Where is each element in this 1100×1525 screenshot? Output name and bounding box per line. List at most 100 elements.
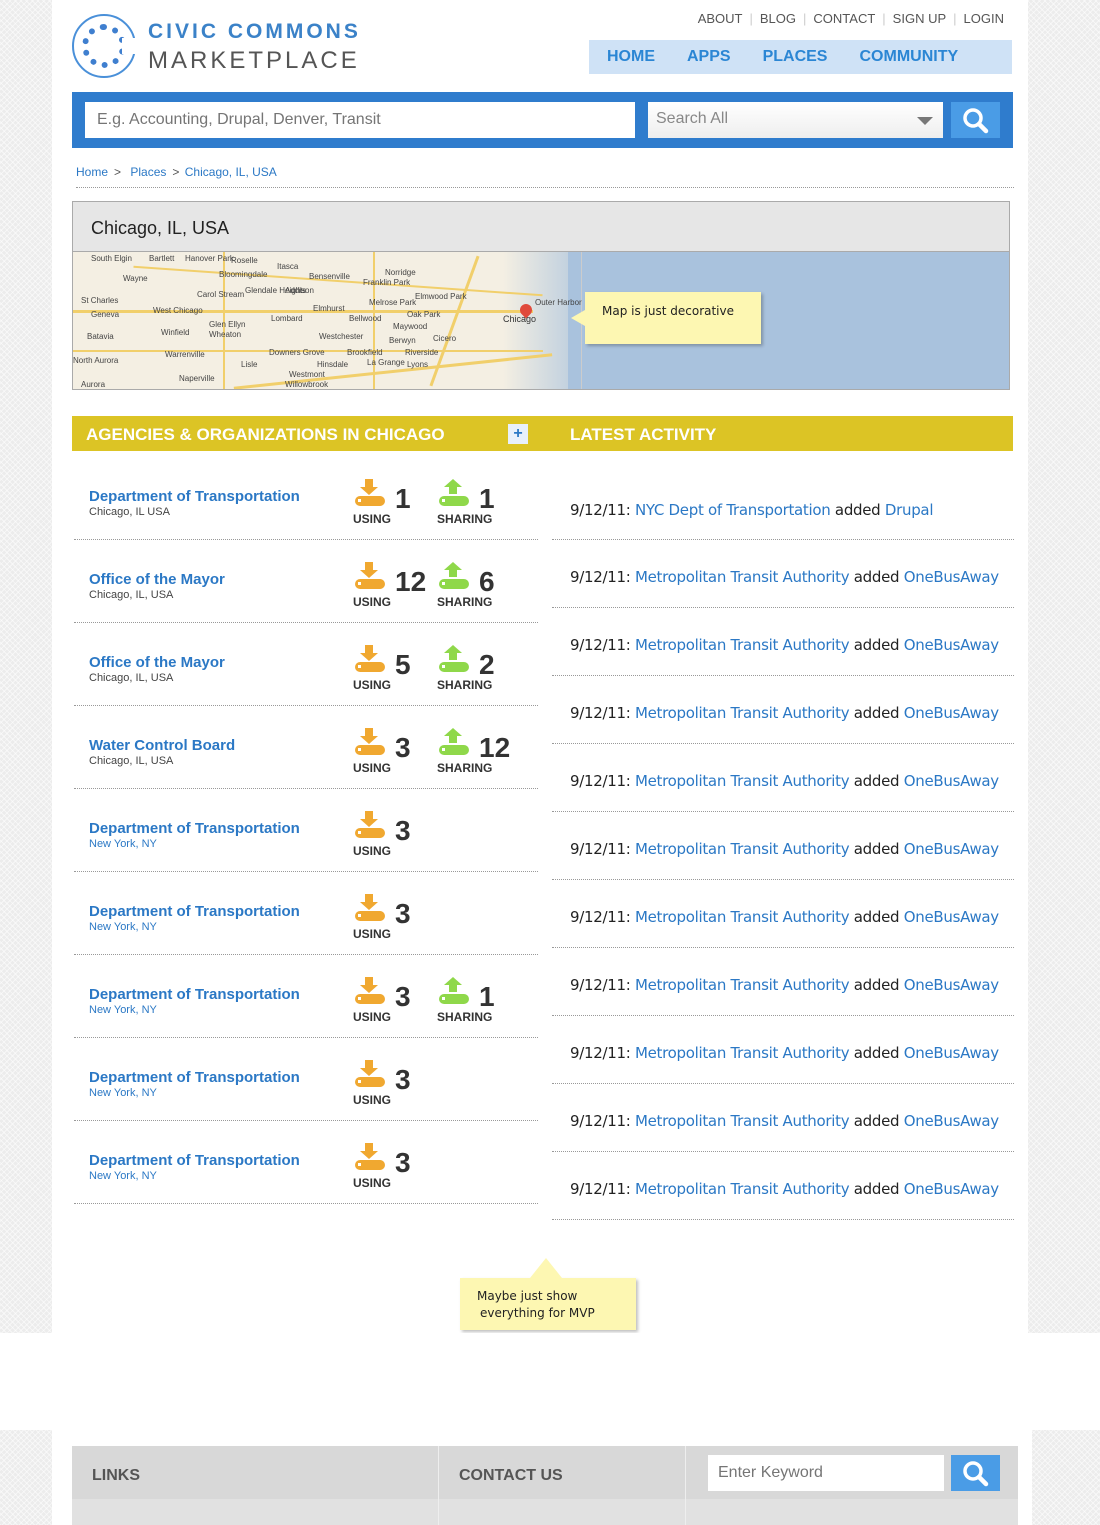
search-scope-select[interactable]: Search All <box>648 102 943 138</box>
activity-heading: LATEST ACTIVITY <box>570 425 717 444</box>
activity-app-link[interactable]: OneBusAway <box>904 1180 999 1198</box>
nav-community[interactable]: COMMUNITY <box>859 48 958 66</box>
activity-actor-link[interactable]: Metropolitan Transit Authority <box>635 704 850 722</box>
nav-home[interactable]: HOME <box>607 48 655 84</box>
agency-name[interactable]: Department of Transportation <box>89 488 300 505</box>
download-tray-icon <box>353 894 387 922</box>
search-button[interactable] <box>951 102 1000 138</box>
activity-app-link[interactable]: OneBusAway <box>904 976 999 994</box>
agency-row: Department of Transportation New York, NY… <box>74 1121 538 1204</box>
activity-verb: added <box>853 1044 900 1062</box>
footer-search <box>685 1446 1018 1525</box>
footer: LINKS CONTACT US <box>72 1446 1018 1525</box>
activity-app-link[interactable]: OneBusAway <box>904 1044 999 1062</box>
breadcrumb-places[interactable]: Places <box>130 165 166 179</box>
download-tray-icon <box>353 1060 387 1088</box>
download-tray-icon <box>353 977 387 1005</box>
agency-name[interactable]: Department of Transportation <box>89 1152 300 1169</box>
activity-actor-link[interactable]: Metropolitan Transit Authority <box>635 908 850 926</box>
agency-location: New York, NY <box>89 1170 157 1182</box>
agency-row: Department of Transportation New York, NY… <box>74 789 538 872</box>
activity-date: 9/12/11: <box>570 772 631 790</box>
nav-places[interactable]: PLACES <box>763 48 828 66</box>
agency-row: Department of Transportation Chicago, IL … <box>74 457 538 540</box>
using-count: 3 <box>395 898 411 929</box>
agency-name[interactable]: Office of the Mayor <box>89 571 225 588</box>
activity-app-link[interactable]: Drupal <box>885 501 934 519</box>
logo[interactable]: CIVIC COMMONS MARKETPLACE <box>72 14 372 80</box>
activity-item: 9/12/11: Metropolitan Transit Authority … <box>552 608 1014 676</box>
mvp-note: Maybe just show everything for MVP <box>460 1258 636 1330</box>
agency-location: Chicago, IL, USA <box>89 672 174 684</box>
section-header-bar: AGENCIES & ORGANIZATIONS IN CHICAGO + LA… <box>72 416 1013 451</box>
activity-actor-link[interactable]: Metropolitan Transit Authority <box>635 772 850 790</box>
agency-row: Department of Transportation New York, NY… <box>74 872 538 955</box>
agencies-heading: AGENCIES & ORGANIZATIONS IN CHICAGO <box>86 425 445 444</box>
agency-name[interactable]: Department of Transportation <box>89 820 300 837</box>
breadcrumb-current[interactable]: Chicago, IL, USA <box>185 165 277 179</box>
agency-location: Chicago, IL, USA <box>89 755 174 767</box>
nav-apps[interactable]: APPS <box>687 48 731 66</box>
top-link-login[interactable]: LOGIN <box>957 11 1011 26</box>
activity-date: 9/12/11: <box>570 908 631 926</box>
activity-app-link[interactable]: OneBusAway <box>904 636 999 654</box>
sharing-count: 12 <box>479 732 511 763</box>
activity-item: 9/12/11: Metropolitan Transit Authority … <box>552 1152 1014 1220</box>
activity-actor-link[interactable]: Metropolitan Transit Authority <box>635 840 850 858</box>
footer-search-button[interactable] <box>951 1455 1000 1491</box>
activity-actor-link[interactable]: Metropolitan Transit Authority <box>635 1044 850 1062</box>
activity-actor-link[interactable]: Metropolitan Transit Authority <box>635 568 850 586</box>
activity-verb: added <box>853 840 900 858</box>
activity-item: 9/12/11: Metropolitan Transit Authority … <box>552 948 1014 1016</box>
top-link-signup[interactable]: SIGN UP <box>886 11 953 26</box>
agency-location: New York, NY <box>89 1004 157 1016</box>
using-label: USING <box>353 512 392 526</box>
activity-app-link[interactable]: OneBusAway <box>904 840 999 858</box>
activity-actor-link[interactable]: Metropolitan Transit Authority <box>635 1112 850 1130</box>
agency-name[interactable]: Department of Transportation <box>89 903 300 920</box>
using-count: 3 <box>395 1064 411 1095</box>
activity-app-link[interactable]: OneBusAway <box>904 772 999 790</box>
top-link-blog[interactable]: BLOG <box>753 11 803 26</box>
agency-location: Chicago, IL USA <box>89 506 170 518</box>
footer-contact-title[interactable]: CONTACT US <box>459 1467 563 1485</box>
activity-item: 9/12/11: Metropolitan Transit Authority … <box>552 812 1014 880</box>
activity-actor-link[interactable]: Metropolitan Transit Authority <box>635 636 850 654</box>
activity-app-link[interactable]: OneBusAway <box>904 1112 999 1130</box>
search-input[interactable] <box>85 102 635 138</box>
activity-verb: added <box>853 772 900 790</box>
activity-actor-link[interactable]: Metropolitan Transit Authority <box>635 976 850 994</box>
agency-name[interactable]: Department of Transportation <box>89 986 300 1003</box>
activity-date: 9/12/11: <box>570 840 631 858</box>
add-agency-button[interactable]: + <box>508 424 528 444</box>
top-link-about[interactable]: ABOUT <box>691 11 750 26</box>
sharing-count: 1 <box>479 483 495 514</box>
activity-item: 9/12/11: Metropolitan Transit Authority … <box>552 744 1014 812</box>
using-count: 5 <box>395 649 411 680</box>
upload-tray-icon <box>437 977 471 1005</box>
sharing-count: 1 <box>479 981 495 1012</box>
footer-contact-column: CONTACT US <box>438 1446 684 1525</box>
activity-verb: added <box>853 1112 900 1130</box>
breadcrumb-home[interactable]: Home <box>76 165 108 179</box>
sharing-label: SHARING <box>437 678 493 692</box>
sharing-count: 6 <box>479 566 495 597</box>
activity-app-link[interactable]: OneBusAway <box>904 568 999 586</box>
agency-name[interactable]: Water Control Board <box>89 737 235 754</box>
activity-actor-link[interactable]: NYC Dept of Transportation <box>635 501 831 519</box>
activity-app-link[interactable]: OneBusAway <box>904 704 999 722</box>
mvp-note-line2: everything for MVP <box>480 1306 595 1320</box>
top-link-contact[interactable]: CONTACT <box>806 11 882 26</box>
activity-date: 9/12/11: <box>570 1112 631 1130</box>
agency-name[interactable]: Department of Transportation <box>89 1069 300 1086</box>
activity-item: 9/12/11: Metropolitan Transit Authority … <box>552 1084 1014 1152</box>
search-icon <box>963 108 989 134</box>
using-label: USING <box>353 1093 392 1107</box>
chevron-down-icon <box>917 117 933 125</box>
activity-verb: added <box>853 704 900 722</box>
activity-actor-link[interactable]: Metropolitan Transit Authority <box>635 1180 850 1198</box>
footer-search-input[interactable] <box>708 1455 944 1491</box>
download-tray-icon <box>353 562 387 590</box>
agency-name[interactable]: Office of the Mayor <box>89 654 225 671</box>
activity-app-link[interactable]: OneBusAway <box>904 908 999 926</box>
